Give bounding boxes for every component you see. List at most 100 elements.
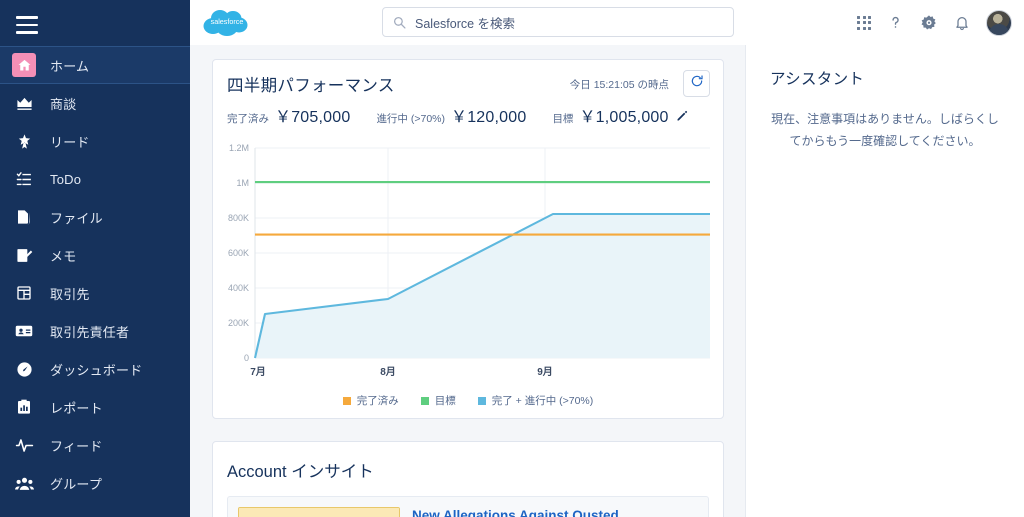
legend-item-progress[interactable]: 完了 + 進行中 (>70%) [477, 393, 594, 408]
salesforce-logo[interactable]: salesforce [200, 5, 254, 41]
sidebar-item-label: 商談 [50, 96, 77, 112]
kpi-in-progress: 進行中 (>70%) ￥120,000 [376, 103, 526, 127]
sidebar: ホーム 商談 リード ToDo ファイル メモ 取引先 取引先責任者 ダッシュボ… [0, 0, 190, 517]
svg-text:800K: 800K [228, 213, 249, 223]
logo-wordmark: salesforce [211, 17, 244, 26]
svg-text:1.2M: 1.2M [229, 143, 249, 153]
legend-item-target[interactable]: 目標 [420, 393, 456, 408]
news-thumbnail [238, 507, 400, 517]
hamburger-bar [16, 16, 38, 19]
legend-swatch [477, 396, 486, 405]
sidebar-item-leads[interactable]: リード [0, 122, 190, 160]
legend-label: 完了済み [356, 395, 399, 407]
task-list-icon [12, 167, 36, 191]
legend-swatch [342, 396, 351, 405]
lead-star-icon [12, 129, 36, 153]
chart-y-ticks: 1.2M 1M 800K 600K 400K 200K 0 [228, 143, 249, 363]
files-icon [12, 205, 36, 229]
sidebar-item-opportunities[interactable]: 商談 [0, 84, 190, 122]
sidebar-item-label: ホーム [50, 58, 90, 74]
groups-people-icon [12, 471, 36, 495]
kpi-value: ￥1,005,000 [579, 109, 669, 126]
sidebar-item-label: ダッシュボード [50, 362, 143, 378]
home-icon [12, 53, 36, 77]
setup-gear-icon[interactable] [920, 14, 938, 32]
kpi-value: ￥705,000 [275, 109, 351, 126]
sidebar-item-label: レポート [50, 400, 103, 416]
svg-text:400K: 400K [228, 283, 249, 293]
header-actions [857, 0, 1012, 45]
refresh-button[interactable] [683, 70, 710, 97]
sidebar-item-label: ファイル [50, 210, 103, 226]
notifications-bell-icon[interactable] [954, 15, 970, 31]
sidebar-item-notes[interactable]: メモ [0, 236, 190, 274]
svg-text:9月: 9月 [537, 366, 553, 378]
sidebar-item-label: メモ [50, 248, 77, 264]
global-search[interactable]: Salesforce を検索 [382, 7, 734, 37]
feed-pulse-icon [12, 433, 36, 457]
chart-legend: 完了済み 目標 完了 + 進行中 (>70%) [213, 387, 723, 418]
user-avatar[interactable] [986, 9, 1012, 36]
sidebar-item-reports[interactable]: レポート [0, 388, 190, 426]
sidebar-item-label: ToDo [50, 171, 82, 187]
sidebar-item-files[interactable]: ファイル [0, 198, 190, 236]
hamburger-icon[interactable] [16, 12, 46, 38]
app-root: ホーム 商談 リード ToDo ファイル メモ 取引先 取引先責任者 ダッシュボ… [0, 0, 1024, 517]
hamburger-bar [16, 23, 38, 27]
as-of-timestamp: 今日 15:21:05 の時点 [569, 79, 669, 91]
crown-icon [12, 91, 36, 115]
assistant-title: アシスタント [770, 71, 865, 88]
legend-item-done[interactable]: 完了済み [342, 393, 399, 408]
svg-text:600K: 600K [228, 248, 249, 258]
global-header: salesforce Salesforce を検索 [190, 0, 1024, 45]
svg-text:7月: 7月 [250, 366, 266, 378]
sidebar-item-label: フィード [50, 438, 103, 454]
help-question-icon[interactable] [887, 14, 904, 31]
sidebar-item-groups[interactable]: グループ [0, 464, 190, 502]
insight-headline[interactable]: New Allegations Against Ousted RadiumOne [412, 507, 698, 517]
search-icon [393, 16, 406, 29]
report-chart-icon [12, 395, 36, 419]
kpi-label: 進行中 (>70%) [376, 113, 445, 125]
sidebar-item-home[interactable]: ホーム [0, 46, 190, 84]
note-pencil-icon [12, 243, 36, 267]
sidebar-item-label: リード [50, 134, 90, 150]
assistant-empty-message: 現在、注意事項はありません。しばらくしてからもう一度確認してください。 [771, 112, 999, 148]
hamburger-bar [16, 31, 38, 34]
sidebar-item-feed[interactable]: フィード [0, 426, 190, 464]
sidebar-item-todo[interactable]: ToDo [0, 160, 190, 198]
svg-text:8月: 8月 [380, 366, 396, 378]
kpi-closed: 完了済み ￥705,000 [227, 103, 350, 127]
sidebar-item-accounts[interactable]: 取引先 [0, 274, 190, 312]
sidebar-item-dashboards[interactable]: ダッシュボード [0, 350, 190, 388]
list-item[interactable]: New Allegations Against Ousted RadiumOne [227, 496, 709, 517]
account-insights-card: Account インサイト New Allegations Against Ou… [212, 441, 724, 517]
kpi-row: 完了済み ￥705,000 進行中 (>70%) ￥120,000 目標 ￥1,… [213, 96, 723, 137]
svg-text:0: 0 [244, 353, 249, 363]
sidebar-item-contacts[interactable]: 取引先責任者 [0, 312, 190, 350]
svg-text:1M: 1M [236, 178, 249, 188]
account-building-icon [12, 281, 36, 305]
page-body: 四半期パフォーマンス 今日 15:21:05 の時点 完了済み ￥705,000… [190, 45, 1024, 517]
main-region: salesforce Salesforce を検索 四半期パフォーマンス 今日 … [190, 0, 1024, 517]
app-launcher-icon[interactable] [857, 15, 871, 30]
account-insights-title: Account インサイト [227, 463, 374, 481]
quarterly-performance-card: 四半期パフォーマンス 今日 15:21:05 の時点 完了済み ￥705,000… [212, 59, 724, 419]
legend-swatch [420, 396, 429, 405]
legend-label: 完了 + 進行中 (>70%) [491, 395, 594, 407]
assistant-panel: アシスタント 現在、注意事項はありません。しばらくしてからもう一度確認してくださ… [745, 45, 1024, 517]
pencil-icon[interactable] [676, 110, 688, 122]
kpi-goal: 目標 ￥1,005,000 [552, 103, 687, 127]
kpi-value: ￥120,000 [451, 109, 527, 126]
card-header: 四半期パフォーマンス 今日 15:21:05 の時点 [213, 60, 723, 97]
sidebar-item-label: 取引先責任者 [50, 324, 130, 340]
contact-card-icon [12, 319, 36, 343]
kpi-label: 完了済み [227, 113, 269, 125]
search-input[interactable]: Salesforce を検索 [415, 13, 515, 32]
dashboard-gauge-icon [12, 357, 36, 381]
sidebar-item-label: グループ [50, 476, 103, 492]
content-column: 四半期パフォーマンス 今日 15:21:05 の時点 完了済み ￥705,000… [190, 45, 745, 517]
legend-label: 目標 [434, 395, 456, 407]
chart-x-ticks: 7月 8月 9月 [250, 366, 553, 378]
refresh-icon [690, 74, 704, 93]
